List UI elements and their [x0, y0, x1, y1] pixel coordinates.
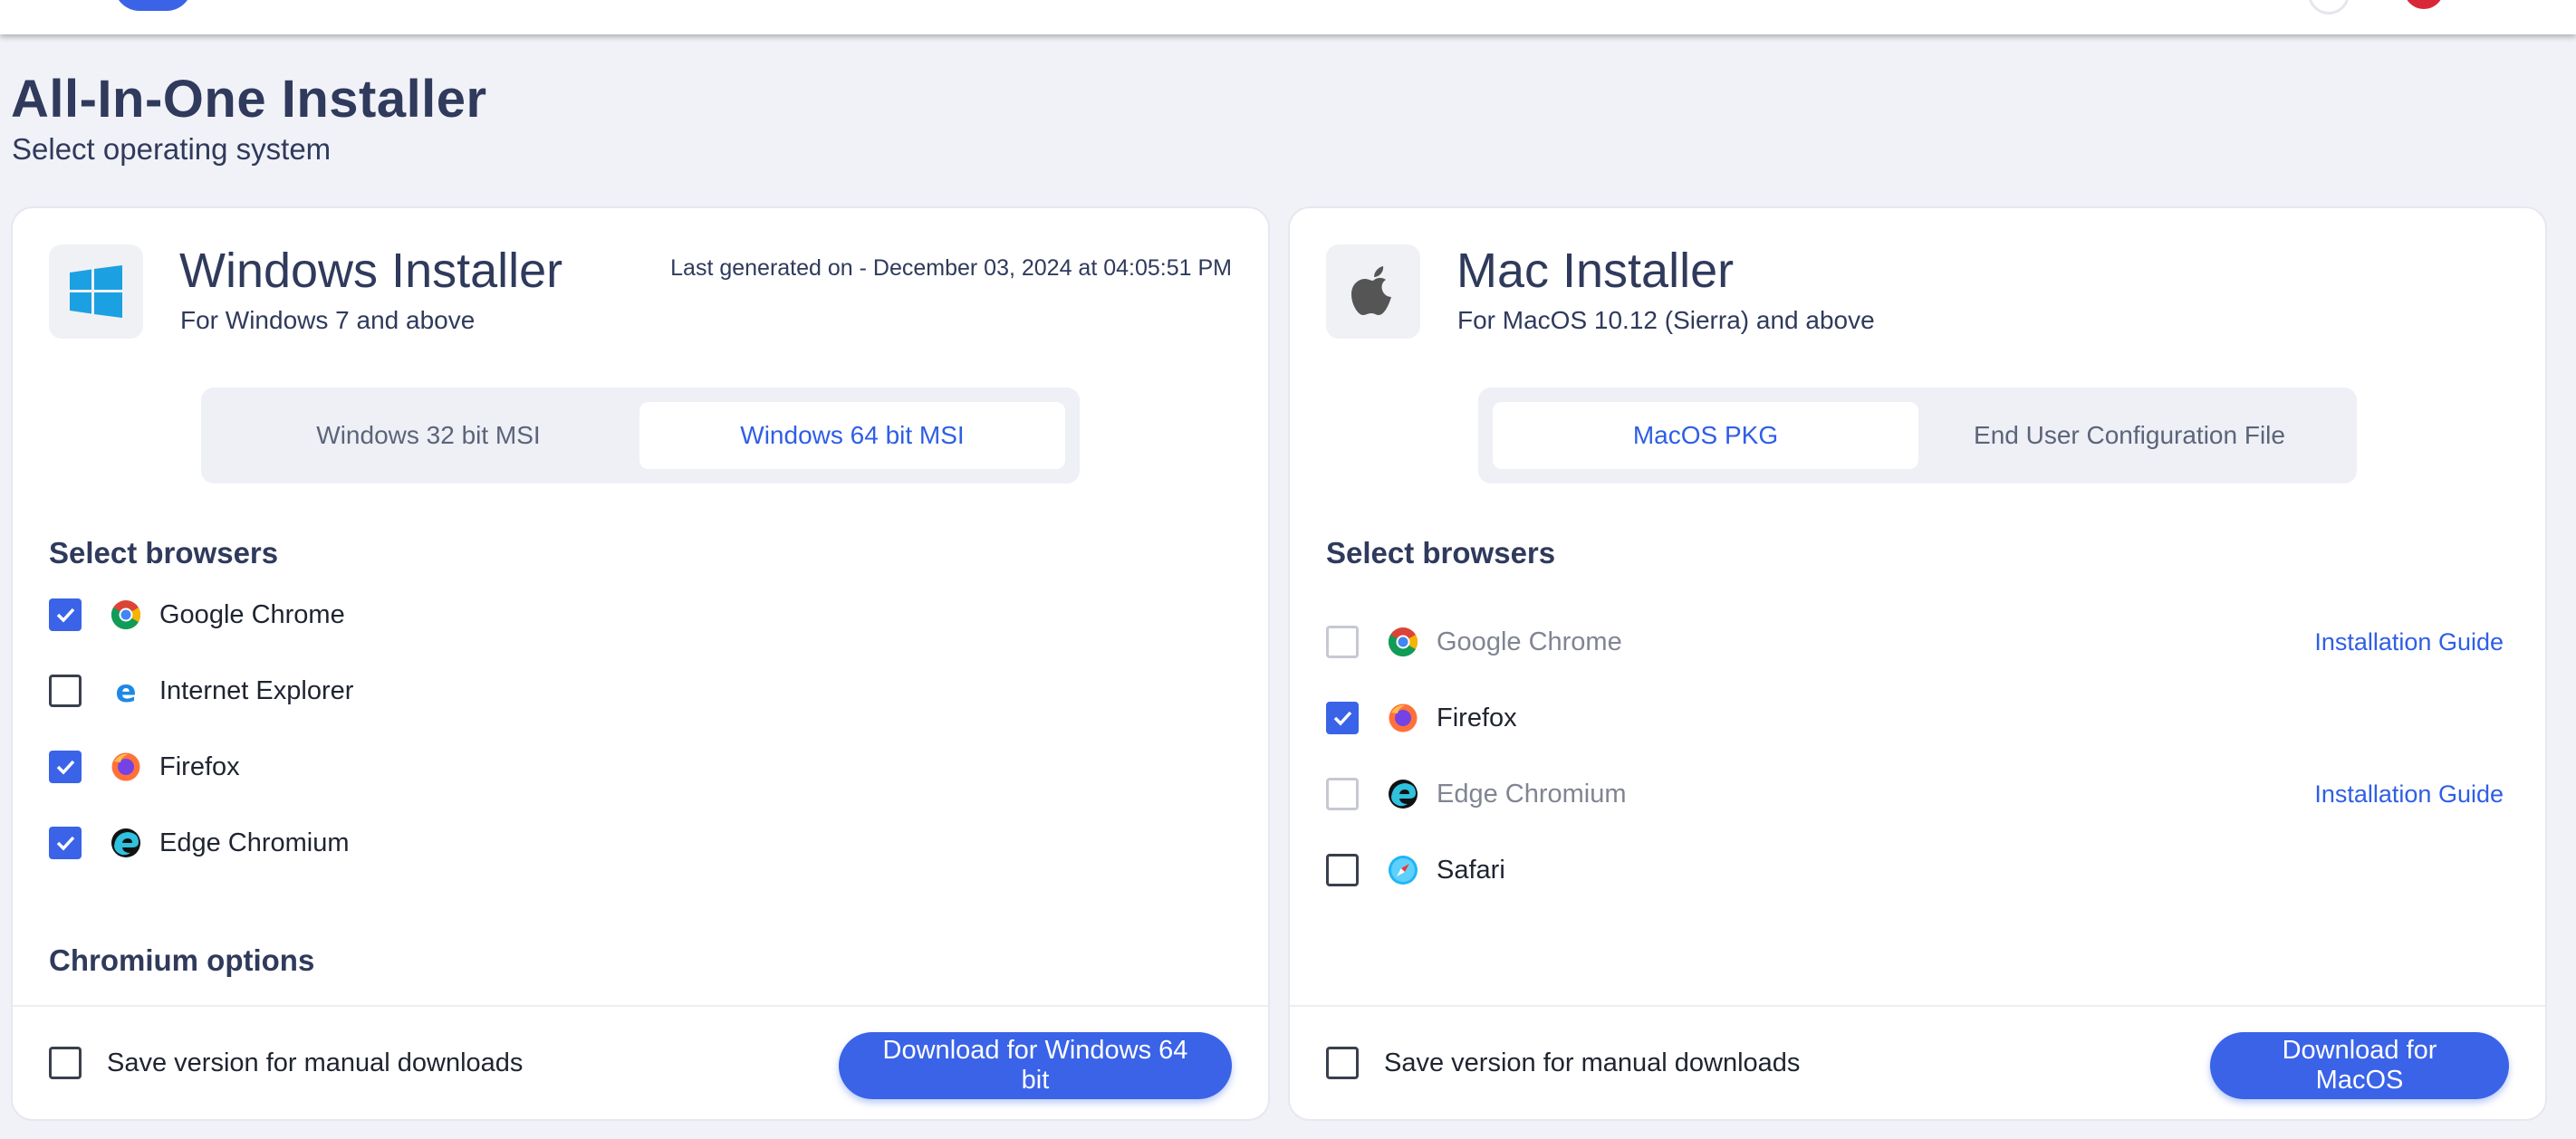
- edge-icon: [1389, 780, 1418, 809]
- apple-logo-icon: [1326, 244, 1420, 339]
- edge-icon: [111, 828, 140, 857]
- save-version-label: Save version for manual downloads: [107, 1048, 524, 1077]
- edge-installation-guide-link[interactable]: Installation Guide: [2314, 780, 2504, 809]
- tab-end-user-configuration-file[interactable]: End User Configuration File: [1917, 402, 2342, 469]
- mac-select-browsers-heading: Select browsers: [1326, 536, 1556, 570]
- mac-browser-edge-chromium[interactable]: Edge Chromium Installation Guide: [1326, 774, 2504, 814]
- browser-label: Edge Chromium: [159, 828, 350, 857]
- mac-browser-safari[interactable]: Safari: [1326, 850, 2504, 890]
- windows-installer-subtitle: For Windows 7 and above: [180, 306, 476, 334]
- language-flag-icon[interactable]: [2404, 0, 2444, 9]
- windows-select-browsers-heading: Select browsers: [49, 536, 279, 570]
- chrome-icon: [111, 600, 141, 630]
- windows-installer-title: Windows Installer: [179, 244, 563, 298]
- mac-firefox-checkbox[interactable]: [1326, 702, 1359, 734]
- mac-safari-checkbox[interactable]: [1326, 854, 1359, 886]
- firefox-icon: [1389, 704, 1418, 732]
- windows-save-version-option[interactable]: Save version for manual downloads: [49, 1047, 523, 1079]
- mac-browser-firefox[interactable]: Firefox: [1326, 698, 2504, 738]
- chrome-checkbox[interactable]: [49, 598, 82, 631]
- app-logo[interactable]: [114, 0, 192, 11]
- browser-label: Google Chrome: [1437, 627, 1622, 656]
- chrome-icon: [1388, 627, 1418, 657]
- browser-label: Firefox: [1437, 703, 1517, 732]
- mac-chrome-checkbox[interactable]: [1326, 626, 1359, 658]
- mac-installer-title: Mac Installer: [1456, 244, 1735, 298]
- save-version-label: Save version for manual downloads: [1384, 1048, 1801, 1077]
- safari-icon: [1389, 856, 1418, 885]
- firefox-checkbox[interactable]: [49, 751, 82, 783]
- mac-package-selector: MacOS PKG End User Configuration File: [1478, 388, 2357, 483]
- page-subtitle: Select operating system: [12, 132, 332, 166]
- mac-installer-subtitle: For MacOS 10.12 (Sierra) and above: [1457, 306, 1875, 334]
- chrome-installation-guide-link[interactable]: Installation Guide: [2314, 628, 2504, 656]
- windows-package-selector: Windows 32 bit MSI Windows 64 bit MSI: [201, 388, 1080, 483]
- windows-browser-chrome[interactable]: Google Chrome: [49, 595, 1226, 635]
- mac-card-footer: Save version for manual downloads Downlo…: [1290, 1005, 2545, 1119]
- download-windows-button[interactable]: Download for Windows 64 bit: [839, 1032, 1232, 1099]
- mac-save-version-option[interactable]: Save version for manual downloads: [1326, 1047, 1800, 1079]
- browser-label: Firefox: [159, 751, 240, 781]
- firefox-icon: [111, 752, 140, 781]
- windows-browser-internet-explorer[interactable]: e Internet Explorer: [49, 671, 1226, 711]
- browser-label: Safari: [1437, 855, 1505, 885]
- windows-logo-icon: [49, 244, 143, 339]
- page-title: All-In-One Installer: [11, 70, 487, 129]
- mac-edge-chromium-checkbox[interactable]: [1326, 778, 1359, 810]
- browser-label: Google Chrome: [159, 599, 345, 629]
- mac-save-version-checkbox[interactable]: [1326, 1047, 1359, 1079]
- tab-windows-64-bit-msi[interactable]: Windows 64 bit MSI: [639, 402, 1065, 469]
- browser-label: Internet Explorer: [159, 675, 354, 705]
- svg-text:e: e: [115, 675, 136, 706]
- internet-explorer-checkbox[interactable]: [49, 675, 82, 707]
- internet-explorer-icon: e: [115, 675, 136, 706]
- windows-save-version-checkbox[interactable]: [49, 1047, 82, 1079]
- windows-card-footer: Save version for manual downloads Downlo…: [13, 1005, 1268, 1119]
- windows-installer-card: Windows Installer For Windows 7 and abov…: [11, 206, 1270, 1121]
- download-macos-button[interactable]: Download for MacOS: [2210, 1032, 2509, 1099]
- user-avatar[interactable]: [2308, 0, 2350, 14]
- last-generated-timestamp: Last generated on - December 03, 2024 at…: [670, 255, 1232, 281]
- mac-installer-card: Mac Installer For MacOS 10.12 (Sierra) a…: [1288, 206, 2547, 1121]
- browser-label: Edge Chromium: [1437, 779, 1627, 809]
- mac-browser-chrome[interactable]: Google Chrome Installation Guide: [1326, 622, 2504, 662]
- top-navigation-bar: [0, 0, 2576, 34]
- tab-windows-32-bit-msi[interactable]: Windows 32 bit MSI: [216, 402, 641, 469]
- windows-browser-edge-chromium[interactable]: Edge Chromium: [49, 823, 1226, 863]
- windows-browser-firefox[interactable]: Firefox: [49, 747, 1226, 787]
- chromium-options-heading: Chromium options: [49, 943, 315, 977]
- edge-chromium-checkbox[interactable]: [49, 827, 82, 859]
- tab-macos-pkg[interactable]: MacOS PKG: [1493, 402, 1918, 469]
